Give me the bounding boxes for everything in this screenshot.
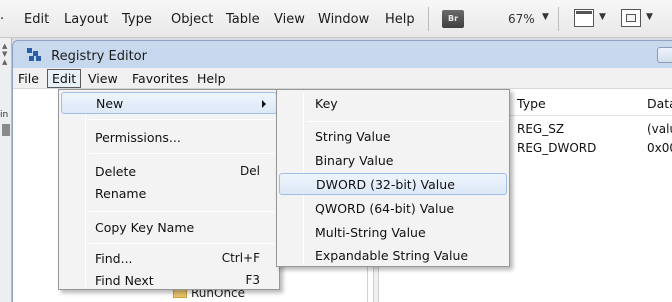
menu-item-copy-key-name[interactable]: Copy Key Name: [61, 216, 277, 238]
value-type-cell[interactable]: REG_SZ: [517, 122, 564, 136]
menu-item-new[interactable]: New: [61, 92, 277, 114]
app-menubar: · Edit Layout Type Object Table View Win…: [0, 0, 672, 38]
menu-edit[interactable]: Edit: [47, 69, 82, 88]
edit-menu: New Permissions... Delete Del Rename Cop…: [58, 89, 280, 290]
window-title-text: Registry Editor: [51, 49, 147, 64]
menu-item-label: Multi-String Value: [315, 225, 426, 240]
menu-item-find[interactable]: Find... Ctrl+F: [61, 247, 277, 269]
minimize-button[interactable]: [657, 47, 672, 63]
zoom-dropdown-icon[interactable]: ▼: [542, 12, 549, 22]
zoom-level[interactable]: 67%: [508, 12, 535, 26]
menu-item-label: Copy Key Name: [95, 220, 195, 235]
shortcut-label: F3: [245, 273, 260, 287]
menubar-divider: [558, 7, 559, 31]
column-header-type[interactable]: Type: [517, 96, 546, 111]
scroll-arrow-icon[interactable]: ▲: [2, 58, 7, 66]
submenu-item-binary-value[interactable]: Binary Value: [279, 149, 507, 171]
view-options-icon[interactable]: [621, 9, 641, 27]
registry-editor-icon: [27, 48, 43, 62]
menu-file[interactable]: File: [18, 71, 39, 86]
submenu-item-dword-value[interactable]: DWORD (32-bit) Value: [279, 173, 507, 195]
app-menu-layout[interactable]: Layout: [64, 12, 108, 27]
submenu-item-string-value[interactable]: String Value: [279, 125, 507, 147]
menu-item-label: Key: [315, 96, 338, 111]
app-menu-window[interactable]: Window: [318, 12, 369, 27]
menu-separator: [307, 121, 505, 122]
app-menu-edit[interactable]: Edit: [24, 12, 49, 27]
menu-item-label: Binary Value: [315, 153, 394, 168]
menu-item-label: Find Next: [95, 273, 154, 288]
menubar-divider: [428, 7, 429, 31]
menu-item-rename[interactable]: Rename: [61, 182, 277, 204]
menu-item-label: Permissions...: [95, 130, 181, 145]
bridge-badge[interactable]: Br: [442, 10, 464, 28]
scroll-arrow-icon[interactable]: ▲: [2, 42, 7, 50]
menu-view[interactable]: View: [88, 71, 118, 86]
menu-item-label: Delete: [95, 164, 137, 179]
menu-item-label: Find...: [95, 251, 133, 266]
app-menu-view[interactable]: View: [274, 12, 305, 27]
host-panel-label: in: [0, 110, 9, 120]
column-header-data[interactable]: Data: [647, 96, 672, 111]
submenu-item-expandable-string-value[interactable]: Expandable String Value: [279, 244, 507, 266]
registry-menubar: File Edit View Favorites Help: [13, 68, 672, 89]
app-menu-object[interactable]: Object: [171, 12, 213, 27]
host-left-panel: ▲ ▼ ▲ in: [0, 38, 12, 302]
submenu-item-key[interactable]: Key: [279, 92, 507, 114]
scroll-arrow-icon[interactable]: ▼: [2, 50, 7, 58]
submenu-item-qword-value[interactable]: QWORD (64-bit) Value: [279, 197, 507, 219]
menu-separator: [89, 211, 275, 212]
menu-item-delete[interactable]: Delete Del: [61, 160, 277, 182]
menu-item-label: QWORD (64-bit) Value: [315, 201, 455, 216]
menu-help[interactable]: Help: [197, 71, 226, 86]
menu-separator: [89, 153, 275, 154]
new-submenu: Key String Value Binary Value DWORD (32-…: [276, 89, 510, 267]
screen-mode-dropdown-icon[interactable]: ▼: [599, 12, 606, 22]
menu-item-label: String Value: [315, 129, 391, 144]
host-panel-swatch: [2, 124, 10, 136]
value-data-cell[interactable]: (valu: [647, 122, 672, 136]
menu-item-label: Rename: [95, 186, 147, 201]
menu-separator: [89, 119, 275, 120]
app-menu-partial: ·: [0, 12, 5, 27]
app-menu-type[interactable]: Type: [122, 12, 152, 27]
value-type-cell[interactable]: REG_DWORD: [517, 141, 596, 155]
menu-item-label: New: [96, 96, 124, 111]
menu-item-label: DWORD (32-bit) Value: [316, 177, 455, 192]
menu-item-permissions[interactable]: Permissions...: [61, 126, 277, 148]
menu-favorites[interactable]: Favorites: [132, 71, 188, 86]
submenu-arrow-icon: [262, 100, 266, 108]
app-menu-help[interactable]: Help: [385, 12, 415, 27]
shortcut-label: Del: [240, 164, 260, 178]
menu-item-label: Expandable String Value: [315, 248, 469, 263]
value-data-cell[interactable]: 0x00: [647, 141, 672, 155]
menu-separator: [89, 243, 275, 244]
menu-item-find-next[interactable]: Find Next F3: [61, 269, 277, 291]
view-options-dropdown-icon[interactable]: ▼: [646, 12, 653, 22]
submenu-item-multi-string-value[interactable]: Multi-String Value: [279, 221, 507, 243]
app-menu-table[interactable]: Table: [226, 12, 260, 27]
window-title: Registry Editor: [27, 48, 147, 64]
screen-mode-icon[interactable]: [574, 9, 594, 27]
shortcut-label: Ctrl+F: [221, 251, 260, 265]
